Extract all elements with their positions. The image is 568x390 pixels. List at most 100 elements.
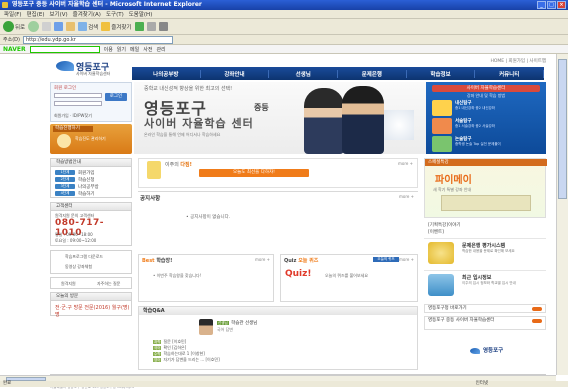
trial-link[interactable]: 동영상 강좌체험	[65, 264, 92, 270]
more-link[interactable]: more +	[255, 257, 270, 262]
special-link[interactable]: [기획특강]이야기	[428, 222, 461, 228]
nav-item-study-room[interactable]: 나의공부방	[132, 69, 201, 78]
naver-button-1[interactable]: 이용	[104, 46, 113, 53]
close-button[interactable]: ×	[557, 1, 566, 9]
forward-button[interactable]	[28, 21, 40, 32]
nav-item-teachers[interactable]: 선생님	[269, 69, 339, 78]
address-input[interactable]: http://edu.ydp.go.kr	[22, 35, 173, 44]
list-item[interactable]: 영어 자기가 답변을 드리는 ... [이호민]	[153, 357, 220, 363]
nav-item-question-bank[interactable]: 문제은행	[338, 69, 407, 78]
student-boy-image	[342, 86, 384, 154]
download-link[interactable]: 학습프로그램 다운로드	[65, 254, 103, 260]
pencil-icon	[432, 118, 452, 134]
menu-edit[interactable]: 편집(E)	[27, 10, 45, 18]
student-icon	[57, 134, 71, 148]
course-item[interactable]: 논술탐구 중학생 논술 Top 실전 문제풀이	[432, 136, 540, 154]
district-office-link[interactable]: 영등포구청 바로가기	[424, 304, 546, 313]
visitor-box: 오늘의 방문 전·군·구 방문 전문(2016) 월구(명) 명	[50, 292, 132, 318]
history-icon[interactable]	[134, 22, 144, 31]
password-input[interactable]	[54, 101, 102, 106]
main-nav: 나의공부방 강좌안내 선생님 문제은행 학습정보 커뮤니티	[132, 67, 545, 80]
naver-search-input[interactable]	[29, 45, 100, 53]
event-link[interactable]: [이벤트]	[428, 229, 444, 235]
student-girl-image	[304, 88, 344, 154]
course-guide-box: 사이버 자율학습센터 강좌 안내 및 학습 방법 내신탐구 중1 내신강좌 중2…	[426, 82, 546, 154]
center-link[interactable]: 영등포구 중등 사이버 자율학습센터	[424, 316, 546, 330]
teacher-avatar	[199, 319, 213, 335]
book-icon	[432, 100, 452, 116]
star-icon	[101, 22, 111, 31]
nav-item-community[interactable]: 커뮤니티	[475, 69, 545, 78]
go-icon	[532, 319, 542, 323]
favorites-button[interactable]: 즐겨찾기	[101, 22, 132, 31]
qa-list: 과학 질문 [이호민] 국어 확인 [김하은] 수학 학습하는대로 1 [이창현] 영…	[153, 339, 220, 363]
security-zone: 인터넷	[475, 381, 488, 386]
special-lecture-banner[interactable]: 스페셜특강 파이메이 새 학기 특별 강좌 안내	[424, 158, 547, 218]
refresh-icon[interactable]	[54, 22, 64, 31]
step-badge: 3단계	[55, 184, 75, 189]
menu-view[interactable]: 보기(V)	[49, 10, 67, 18]
naver-button-4[interactable]: 사전	[143, 46, 152, 53]
logo-mark-icon	[470, 348, 480, 354]
address-bar: 주소(D) http://edu.ydp.go.kr	[0, 35, 568, 45]
nav-item-study-info[interactable]: 학습정보	[407, 69, 476, 78]
stop-icon[interactable]	[42, 22, 52, 31]
top-utility-nav[interactable]: HOME | 회원가입 | 사이트맵	[136, 58, 546, 65]
scroll-thumb[interactable]	[558, 59, 567, 199]
menu-favorites[interactable]: 즐겨찾기(A)	[73, 10, 101, 18]
logo-mark-icon	[56, 61, 74, 71]
step-badge: 1단계	[55, 170, 75, 175]
admission-info-promo[interactable]: 최근 입시정보 이주의 입시 정보와 학교별 입시 안내	[424, 270, 546, 300]
target-icon	[428, 242, 454, 264]
login-box: 회원 로그인 로그인 회원가입 · ID/PW찾기	[50, 82, 132, 122]
ie-icon	[2, 2, 8, 8]
more-link[interactable]: more +	[398, 161, 413, 166]
quiz-box: Quiz 오늘 퀴즈 오늘의 퀴즈 more + Quiz! 오늘의 퀴즈를 풀…	[280, 254, 418, 302]
naver-button-3[interactable]: 메일	[130, 46, 139, 53]
pledge-bar: 오늘도 최선을 다하자!	[199, 169, 309, 177]
menu-bar: 파일(F) 편집(E) 보기(V) 즐겨찾기(A) 도구(T) 도움말(H)	[0, 10, 568, 19]
menu-file[interactable]: 파일(F)	[4, 10, 22, 18]
back-button[interactable]: 뒤로	[3, 21, 25, 32]
login-links[interactable]: 회원가입 · ID/PW찾기	[54, 113, 92, 119]
mail-icon[interactable]	[146, 22, 156, 31]
notebook-icon	[432, 136, 452, 152]
course-item[interactable]: 서술탐구 중1 서술강좌 중2 서술강좌	[432, 118, 540, 136]
weekly-pledge-box: 이주의 다짐! 오늘도 최선을 다하자! more +	[138, 158, 418, 188]
course-item[interactable]: 내신탐구 중1 내신강좌 중2 내신강좌	[432, 100, 540, 118]
vertical-scrollbar[interactable]	[556, 54, 568, 375]
right-column: 스페셜특강 파이메이 새 학기 특별 강좌 안내 [기획특강]이야기 [이벤트]…	[424, 158, 547, 370]
left-column: 학습방법안내 1단계 회원가입 2단계 학습신청 3단계 나의공부방 4단계 학습하기 …	[50, 158, 132, 370]
qa-box: 학습Q&A 선생님 학습관 선생님 국어 답변 과학 질문 [이호민] 국어 확인 …	[138, 306, 418, 370]
print-icon[interactable]	[158, 22, 168, 31]
naver-logo: NAVER	[3, 45, 26, 53]
more-link[interactable]: more +	[399, 257, 414, 262]
feature-boxes: Best 학습장! more + • 이번주 학습왕을 찾습니다! Quiz 오…	[138, 254, 418, 302]
step-badge: 4단계	[55, 191, 75, 196]
footer-logo: 영등포구	[470, 346, 530, 360]
clipboard-icon	[147, 161, 161, 179]
center-column: 이주의 다짐! 오늘도 최선을 다하자! more + 공지사항 more + …	[138, 158, 418, 370]
menu-tools[interactable]: 도구(T)	[106, 10, 124, 18]
home-icon[interactable]	[66, 22, 76, 31]
search-button[interactable]: 검색	[78, 22, 98, 31]
menu-help[interactable]: 도움말(H)	[129, 10, 153, 18]
go-icon	[532, 307, 542, 311]
question-bank-promo[interactable]: 문제은행 평가시스템 학습한 내용을 문제로 확인해 보세요	[424, 238, 546, 268]
login-button[interactable]: 로그인	[105, 93, 127, 101]
site-logo[interactable]: 영등포구 사이버 자율학습센터	[56, 59, 126, 81]
more-link[interactable]: more +	[399, 194, 414, 199]
nav-item-courses[interactable]: 강좌안내	[201, 69, 270, 78]
page-content: HOME | 회원가입 | 사이트맵 영등포구 사이버 자율학습센터 나의공부방…	[6, 54, 556, 389]
hero-banner: 중학교 내신성적 향상을 위한 최고의 선택! 영등포구 중등 사이버 자율학습…	[134, 82, 426, 154]
maximize-button[interactable]: □	[547, 1, 556, 9]
support-box: 고객센터 원격지원 문의 고객센터 080-717-1010 평일 : 09:0…	[50, 202, 132, 246]
learning-progress-banner[interactable]: 학습진행하기 학습진도 관리하기	[50, 124, 132, 154]
step-badge: 2단계	[55, 177, 75, 182]
naver-button-2[interactable]: 읽기	[117, 46, 126, 53]
minimize-button[interactable]: _	[537, 1, 546, 9]
quiz-logo[interactable]: Quiz!	[285, 269, 312, 279]
user-id-input[interactable]	[54, 93, 102, 98]
quick-links: 원격지원 자주하는 질문	[50, 277, 132, 289]
naver-button-5[interactable]: 관리	[156, 46, 165, 53]
